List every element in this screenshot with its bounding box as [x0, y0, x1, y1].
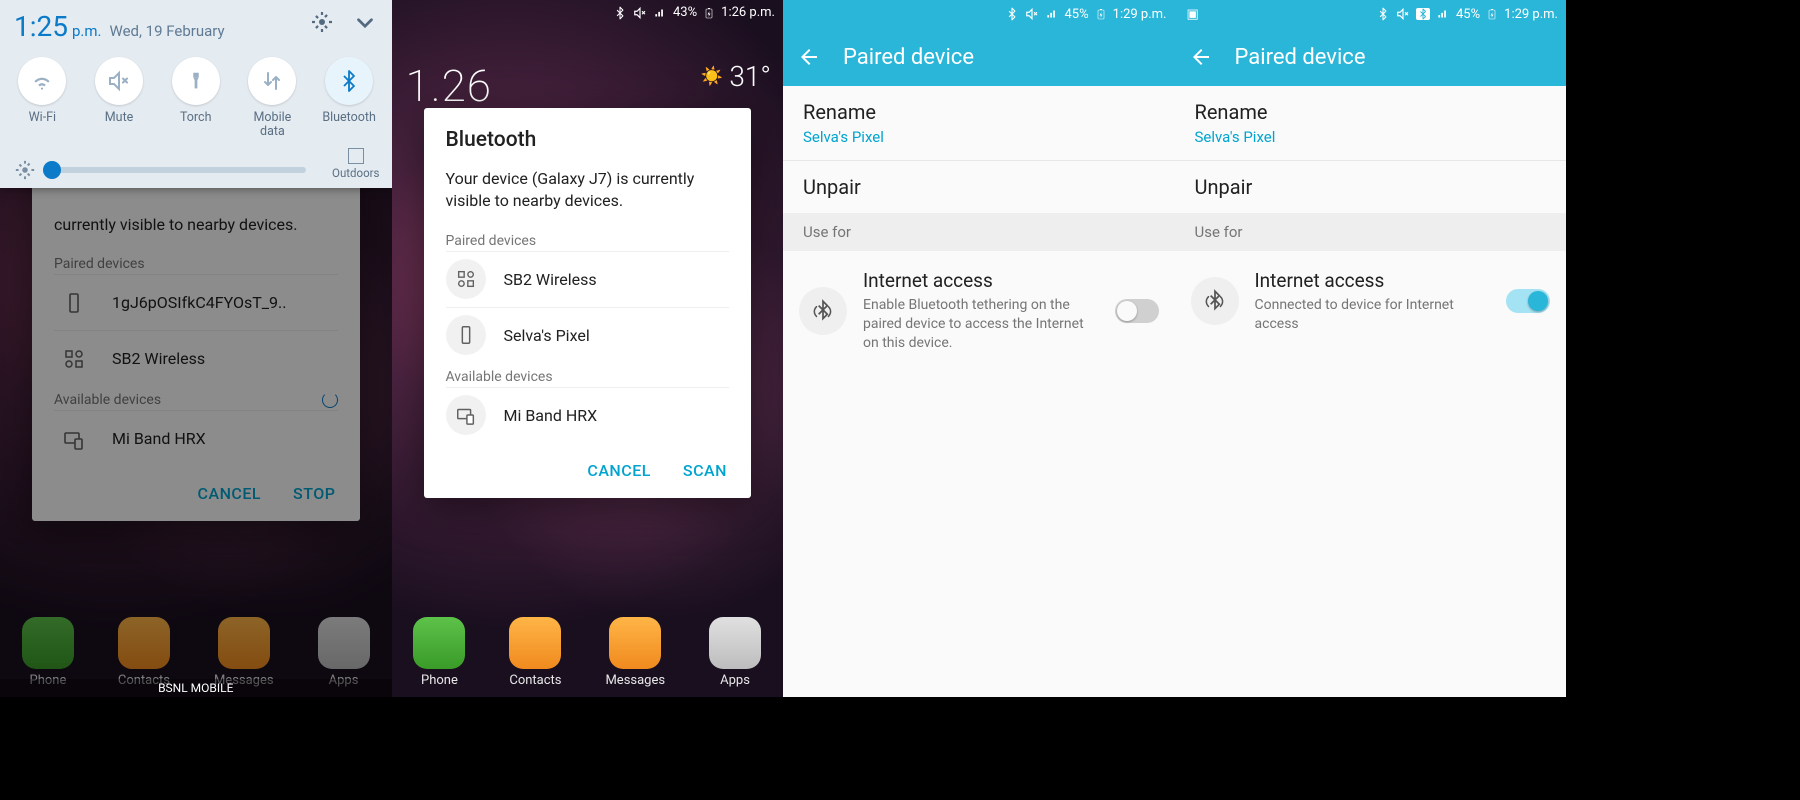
use-for-header: Use for	[1175, 213, 1567, 251]
app-messages[interactable]: Messages	[214, 617, 274, 688]
bt-tether-icon	[799, 287, 847, 335]
dialog-title: Bluetooth	[446, 128, 730, 152]
mute-status-icon	[1396, 7, 1410, 21]
status-time: 1:29 p.m.	[1504, 7, 1558, 22]
grid-icon	[54, 339, 94, 379]
app-contacts[interactable]: Contacts	[118, 617, 170, 688]
available-device-row[interactable]: Mi Band HRX	[54, 410, 338, 466]
cancel-button[interactable]: CANCEL	[198, 484, 262, 503]
status-time: 1:29 p.m.	[1113, 7, 1167, 22]
mute-status-icon	[1025, 7, 1039, 21]
cancel-button[interactable]: CANCEL	[587, 461, 651, 480]
status-bar: ▣ 45% 1:29 p.m.	[1175, 0, 1567, 28]
settings-gear-icon[interactable]	[310, 10, 334, 36]
back-arrow-icon[interactable]	[797, 45, 821, 69]
app-phone[interactable]: Phone	[413, 617, 465, 688]
battery-pct: 45%	[1456, 7, 1480, 22]
bluetooth-dialog: Bluetooth Your device (Galaxy J7) is cur…	[424, 108, 752, 498]
rename-item[interactable]: Rename Selva's Pixel	[1175, 86, 1567, 160]
unpair-item[interactable]: Unpair	[1175, 161, 1567, 213]
phone-icon	[54, 283, 94, 323]
bluetooth-status-icon	[1005, 7, 1019, 21]
status-bar: 45% 1:29 p.m.	[783, 0, 1175, 28]
battery-icon	[1486, 6, 1498, 22]
screen-2-bluetooth-dialog: 43% 1:26 p.m. 1.26 ☀️31° Phone Contacts …	[392, 0, 784, 697]
internet-access-row[interactable]: Internet access Enable Bluetooth tetheri…	[783, 251, 1175, 371]
page-title: Paired device	[843, 45, 974, 70]
battery-pct: 45%	[1065, 7, 1089, 22]
outdoors-checkbox[interactable]: Outdoors	[320, 148, 391, 188]
screen-3-paired-off: 45% 1:29 p.m. Paired device Rename Selva…	[783, 0, 1175, 697]
app-contacts[interactable]: Contacts	[509, 617, 561, 688]
bluetooth-status-icon	[1376, 7, 1390, 21]
screen-1-quicksettings: Phone Contacts Messages Apps BSNL MOBILE…	[0, 0, 392, 697]
paired-device-row[interactable]: 1gJ6pOSIfkC4FYOsT_9..	[54, 274, 338, 330]
phone-icon	[446, 315, 486, 355]
signal-icon	[1045, 7, 1059, 21]
qs-mute-toggle[interactable]: Mute	[83, 57, 155, 140]
dialog-description: Your device (Galaxy J7) is currently vis…	[446, 168, 730, 213]
unpair-item[interactable]: Unpair	[783, 161, 1175, 213]
scan-button[interactable]: SCAN	[683, 461, 727, 480]
screenshot-status-icon: ▣	[1187, 7, 1199, 22]
quick-settings-panel: 1:25 p.m. Wed, 19 February Wi-Fi Mute To…	[0, 0, 392, 188]
page-title: Paired device	[1235, 45, 1366, 70]
scan-spinner-icon	[322, 392, 338, 408]
homescreen-clock: 1.26	[406, 60, 493, 112]
laptop-phone-icon	[446, 395, 486, 435]
battery-pct: 43%	[673, 5, 697, 20]
app-apps[interactable]: Apps	[318, 617, 370, 688]
qs-bluetooth-toggle[interactable]: Bluetooth	[313, 57, 385, 140]
available-devices-label: Available devices	[54, 392, 338, 408]
expand-chevron-icon[interactable]	[352, 10, 378, 36]
back-arrow-icon[interactable]	[1189, 45, 1213, 69]
qs-time: 1:25	[14, 10, 68, 43]
grid-icon	[446, 259, 486, 299]
app-messages[interactable]: Messages	[605, 617, 665, 688]
app-apps[interactable]: Apps	[709, 617, 761, 688]
device-name: Selva's Pixel	[803, 128, 1155, 146]
screen-4-paired-on: ▣ 45% 1:29 p.m. Paired device Rename Sel…	[1175, 0, 1567, 697]
bluetooth-status-icon	[613, 6, 627, 20]
weather-widget[interactable]: ☀️31°	[701, 60, 771, 93]
status-bar: 43% 1:26 p.m.	[392, 0, 784, 25]
brightness-gear-icon[interactable]	[14, 159, 36, 181]
brightness-slider[interactable]	[48, 167, 306, 173]
device-name: Selva's Pixel	[1195, 128, 1547, 146]
bt-connected-icon	[1416, 8, 1430, 20]
app-phone[interactable]: Phone	[22, 617, 74, 688]
paired-devices-label: Paired devices	[54, 256, 338, 272]
use-for-header: Use for	[783, 213, 1175, 251]
battery-icon	[1095, 6, 1107, 22]
signal-icon	[1436, 7, 1450, 21]
mute-status-icon	[633, 6, 647, 20]
available-devices-label: Available devices	[446, 369, 730, 385]
status-time: 1:26 p.m.	[721, 5, 775, 20]
internet-access-switch[interactable]	[1506, 289, 1550, 313]
qs-torch-toggle[interactable]: Torch	[160, 57, 232, 140]
qs-date: Wed, 19 February	[110, 22, 225, 40]
bt-visible-text: currently visible to nearby devices.	[54, 214, 338, 236]
stop-button[interactable]: STOP	[293, 484, 335, 503]
paired-devices-label: Paired devices	[446, 233, 730, 249]
paired-device-row[interactable]: SB2 Wireless	[446, 251, 730, 307]
qs-ampm: p.m.	[72, 22, 102, 40]
qs-data-toggle[interactable]: Mobile data	[236, 57, 308, 140]
rename-item[interactable]: Rename Selva's Pixel	[783, 86, 1175, 160]
internet-access-row[interactable]: Internet access Connected to device for …	[1175, 251, 1567, 352]
qs-wifi-toggle[interactable]: Wi-Fi	[6, 57, 78, 140]
paired-device-row[interactable]: Selva's Pixel	[446, 307, 730, 363]
battery-icon	[703, 5, 715, 21]
paired-device-row[interactable]: SB2 Wireless	[54, 330, 338, 386]
bt-tether-icon	[1191, 277, 1239, 325]
laptop-phone-icon	[54, 419, 94, 459]
available-device-row[interactable]: Mi Band HRX	[446, 387, 730, 443]
signal-icon	[653, 6, 667, 20]
internet-access-switch[interactable]	[1115, 299, 1159, 323]
carrier-label: BSNL MOBILE	[0, 679, 392, 697]
